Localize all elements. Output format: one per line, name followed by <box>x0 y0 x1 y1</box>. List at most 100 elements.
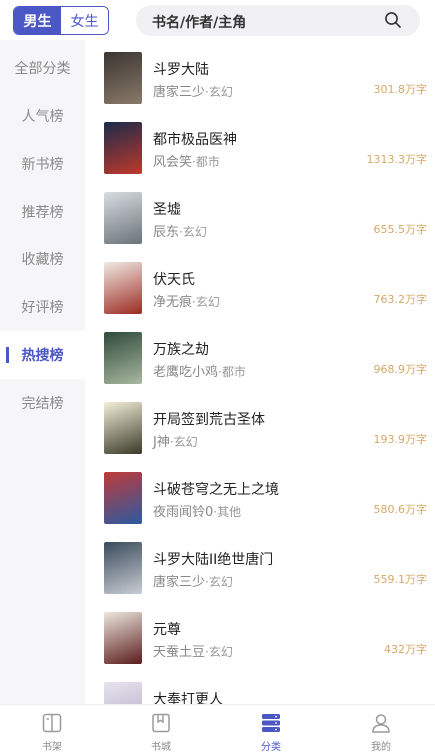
nav-bookstore[interactable]: 书城 <box>131 705 191 755</box>
tab-female[interactable]: 女生 <box>61 7 108 34</box>
book-genre: 都市 <box>221 365 246 379</box>
book-cover <box>104 612 142 664</box>
nav-profile[interactable]: 我的 <box>351 705 411 755</box>
book-author: 天蚕土豆 <box>153 645 206 660</box>
book-meta: 老鹰吃小鸡·都市 <box>153 361 246 380</box>
nav-bookshelf[interactable]: 书架 <box>22 705 82 755</box>
book-meta: J神·玄幻 <box>153 431 198 450</box>
sidebar-item-popular[interactable]: 人气榜 <box>0 92 85 140</box>
list-item[interactable]: 开局签到荒古圣体 J神·玄幻 193.9万字 <box>85 390 435 460</box>
sidebar-item-hot-search[interactable]: 热搜榜 <box>0 331 85 379</box>
book-meta: 辰东·玄幻 <box>153 221 207 240</box>
sidebar-item-label: 完结榜 <box>21 396 64 412</box>
sidebar-item-label: 推荐榜 <box>21 205 64 221</box>
book-genre: 玄幻 <box>208 645 233 659</box>
book-title: 伏天氏 <box>153 272 195 288</box>
word-count: 559.1万字 <box>373 573 428 586</box>
word-count: 301.8万字 <box>373 83 428 96</box>
list-item[interactable]: 大奉打更人 <box>85 670 435 704</box>
book-list: 斗罗大陆 唐家三少·玄幻 301.8万字 都市极品医神 风会笑·都市 1313.… <box>85 40 435 704</box>
book-author: J神 <box>153 435 170 450</box>
list-item[interactable]: 斗罗大陆II绝世唐门 唐家三少·玄幻 559.1万字 <box>85 530 435 600</box>
book-genre: 玄幻 <box>182 225 207 239</box>
list-item[interactable]: 圣墟 辰东·玄幻 655.5万字 <box>85 180 435 250</box>
book-title: 圣墟 <box>153 202 181 218</box>
book-title: 开局签到荒古圣体 <box>153 412 265 428</box>
book-genre: 玄幻 <box>173 435 198 449</box>
active-indicator <box>6 347 9 363</box>
book-title: 大奉打更人 <box>153 692 223 704</box>
nav-label: 书架 <box>42 742 62 753</box>
book-genre: 玄幻 <box>208 85 233 99</box>
book-author: 老鹰吃小鸡 <box>153 365 219 380</box>
book-genre: 都市 <box>195 155 220 169</box>
list-item[interactable]: 伏天氏 净无痕·玄幻 763.2万字 <box>85 250 435 320</box>
book-meta: 夜雨闻铃0·其他 <box>153 501 241 520</box>
book-author: 风会笑 <box>153 155 193 170</box>
book-author: 唐家三少 <box>153 575 206 590</box>
search-placeholder: 书名/作者/主角 <box>152 15 247 31</box>
sidebar-item-new[interactable]: 新书榜 <box>0 140 85 188</box>
book-genre: 玄幻 <box>208 575 233 589</box>
book-meta: 天蚕土豆·玄幻 <box>153 641 233 660</box>
list-item[interactable]: 元尊 天蚕土豆·玄幻 432万字 <box>85 600 435 670</box>
bottom-nav: 书架 书城 分类 我的 <box>0 704 435 755</box>
search-icon[interactable] <box>384 11 402 29</box>
sidebar-item-completed[interactable]: 完结榜 <box>0 379 85 427</box>
list-item[interactable]: 万族之劫 老鹰吃小鸡·都市 968.9万字 <box>85 320 435 390</box>
nav-label: 书城 <box>151 742 171 753</box>
book-author: 净无痕 <box>153 295 193 310</box>
book-title: 斗罗大陆II绝世唐门 <box>153 552 274 568</box>
category-icon <box>262 714 280 732</box>
word-count: 763.2万字 <box>373 293 428 306</box>
list-item[interactable]: 都市极品医神 风会笑·都市 1313.3万字 <box>85 110 435 180</box>
book-cover <box>104 52 142 104</box>
sidebar-item-label: 人气榜 <box>21 109 64 125</box>
list-item[interactable]: 斗罗大陆 唐家三少·玄幻 301.8万字 <box>85 40 435 110</box>
book-author: 夜雨闻铃0 <box>153 505 214 520</box>
book-title: 斗破苍穹之无上之境 <box>153 482 279 498</box>
top-header: 男生 女生 书名/作者/主角 <box>0 0 435 40</box>
sidebar-item-recommend[interactable]: 推荐榜 <box>0 188 85 236</box>
book-cover <box>104 262 142 314</box>
word-count: 1313.3万字 <box>366 153 428 166</box>
nav-label: 分类 <box>261 742 281 753</box>
book-cover <box>104 682 142 704</box>
book-cover <box>104 192 142 244</box>
book-title: 万族之劫 <box>153 342 209 358</box>
word-count: 432万字 <box>384 643 427 656</box>
book-cover <box>104 472 142 524</box>
category-sidebar: 全部分类 人气榜 新书榜 推荐榜 收藏榜 好评榜 热搜榜 完结榜 <box>0 40 85 704</box>
word-count: 580.6万字 <box>373 503 428 516</box>
word-count: 193.9万字 <box>373 433 428 446</box>
sidebar-item-label: 收藏榜 <box>21 252 64 268</box>
book-cover <box>104 542 142 594</box>
nav-category[interactable]: 分类 <box>241 705 301 755</box>
bookstore-icon <box>152 713 170 733</box>
book-genre: 玄幻 <box>195 295 220 309</box>
word-count: 655.5万字 <box>373 223 428 236</box>
sidebar-item-rating[interactable]: 好评榜 <box>0 283 85 331</box>
sidebar-item-label: 新书榜 <box>21 157 64 173</box>
book-meta: 唐家三少·玄幻 <box>153 571 233 590</box>
book-title: 斗罗大陆 <box>153 62 209 78</box>
nav-label: 我的 <box>371 742 391 753</box>
search-bar[interactable]: 书名/作者/主角 <box>136 5 420 36</box>
book-title: 都市极品医神 <box>153 132 237 148</box>
book-cover <box>104 402 142 454</box>
book-cover <box>104 332 142 384</box>
tab-male[interactable]: 男生 <box>14 7 61 34</box>
book-genre: 其他 <box>217 505 242 519</box>
sidebar-item-label: 热搜榜 <box>21 348 64 364</box>
book-cover <box>104 122 142 174</box>
sidebar-item-favorites[interactable]: 收藏榜 <box>0 235 85 283</box>
profile-icon <box>372 714 390 733</box>
sidebar-item-label: 好评榜 <box>21 300 64 316</box>
sidebar-item-all[interactable]: 全部分类 <box>0 44 85 92</box>
book-meta: 风会笑·都市 <box>153 151 220 170</box>
word-count: 968.9万字 <box>373 363 428 376</box>
bookshelf-icon <box>42 713 62 733</box>
gender-toggle: 男生 女生 <box>13 6 109 35</box>
book-author: 辰东 <box>153 225 180 240</box>
list-item[interactable]: 斗破苍穹之无上之境 夜雨闻铃0·其他 580.6万字 <box>85 460 435 530</box>
